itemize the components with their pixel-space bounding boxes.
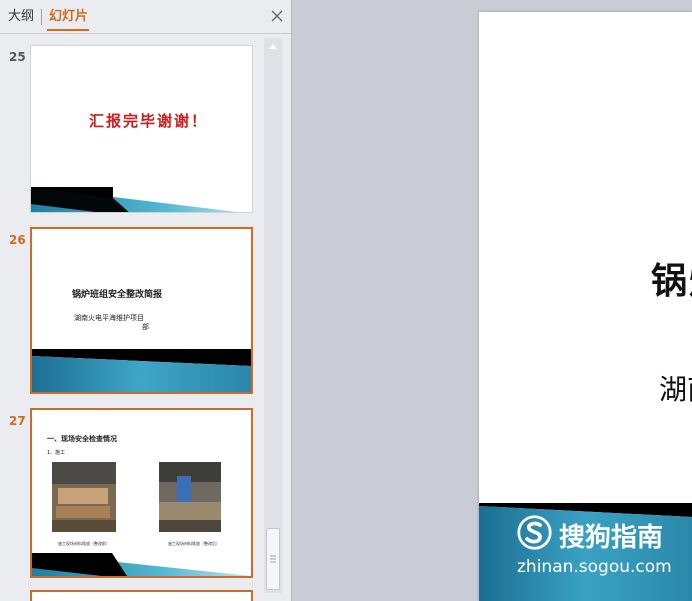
tab-outline[interactable]: 大纲 xyxy=(8,9,34,25)
slide-number-25: 25 xyxy=(9,50,26,64)
watermark-brand: 搜狗指南 xyxy=(559,523,664,553)
panel-tabs: 大纲 幻灯片 xyxy=(0,0,291,34)
tab-slides[interactable]: 幻灯片 xyxy=(49,9,88,25)
sogou-logo-icon xyxy=(517,515,552,550)
tab-active-indicator xyxy=(47,29,89,31)
current-slide-decoration xyxy=(479,503,692,601)
editor-canvas: 锅炉 湖南 搜狗指南 zhinan.sogou.com xyxy=(292,0,692,601)
scrollbar-thumb[interactable] xyxy=(266,528,280,590)
slide-25-decoration xyxy=(31,187,238,212)
slide-thumbnail-28[interactable] xyxy=(30,590,253,601)
slide-thumbnail-27[interactable]: 一、现场安全检查情况 1、施工 施工现场材料堆放（整改前） 施工现场材料堆放（整… xyxy=(30,408,253,578)
slide-number-26: 26 xyxy=(9,233,26,247)
slide-thumbnail-25[interactable]: 汇报完毕谢谢！ xyxy=(30,45,253,213)
tab-separator xyxy=(41,9,42,25)
current-slide[interactable]: 锅炉 湖南 搜狗指南 zhinan.sogou.com xyxy=(479,12,692,601)
slide-27-decoration xyxy=(32,553,251,576)
close-icon[interactable] xyxy=(268,7,286,25)
slide-thumbnail-26-selected[interactable]: 锅炉班组安全整改简报 湖南火电平海维护项目 部 xyxy=(30,227,253,394)
scroll-up-arrow-icon[interactable] xyxy=(264,38,282,54)
slide-number-27: 27 xyxy=(9,414,26,428)
slide-panel: 大纲 幻灯片 25 汇报完毕谢谢！ 26 锅炉班组安全整改简报 湖南火电平海维护… xyxy=(0,0,292,601)
thumbnail-scrollbar[interactable] xyxy=(264,38,282,593)
slide-26-decoration xyxy=(32,349,251,392)
watermark-url: zhinan.sogou.com xyxy=(517,557,672,577)
grip-icon xyxy=(270,555,276,563)
